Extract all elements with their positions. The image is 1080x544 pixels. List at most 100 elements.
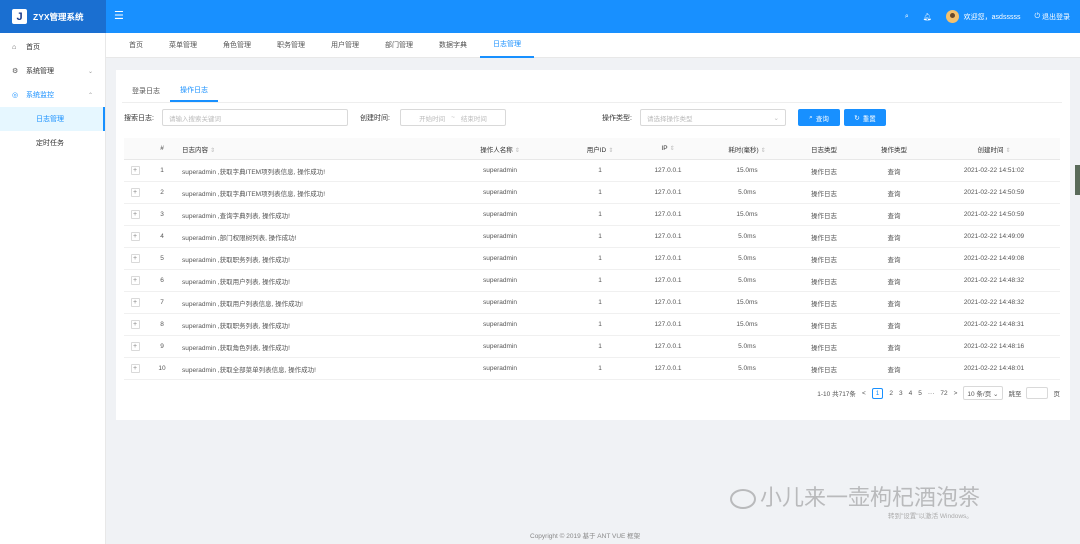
expand-row-icon[interactable]: + [130, 276, 140, 285]
row-user-id: 1 [598, 299, 602, 306]
page-1[interactable]: 1 [871, 387, 884, 399]
page-5[interactable]: 5 [918, 390, 922, 397]
jump-input[interactable] [1025, 387, 1048, 399]
table-row[interactable]: +6 superadmin ,获取用户列表, 操作成功! superadmin 1 12… [124, 270, 1060, 292]
expand-row-icon[interactable]: + [130, 254, 140, 263]
header-actions: ⌕ 🔔︎ 欢迎您，asdsssss ⏻ 退出登录 [891, 0, 1070, 33]
footer-copyright: Copyright © 2019 基于 ANT VUE 框架 [530, 533, 641, 540]
expand-row-icon[interactable]: + [130, 232, 140, 241]
row-create-time: 2021-02-22 14:48:01 [963, 365, 1025, 372]
operation-type-select[interactable]: 请选择操作类型 ⌄ [640, 109, 786, 126]
tab-log-management[interactable]: 日志管理 [480, 33, 534, 58]
table-row[interactable]: +8 superadmin ,获取职务列表, 操作成功! superadmin 1 12… [124, 314, 1060, 336]
header-operator[interactable]: 操作人名称 ⇕ [434, 144, 566, 154]
row-duration: 15.0ms [736, 321, 758, 328]
sort-icon: ⇕ [1005, 147, 1011, 154]
row-user-id: 1 [598, 277, 602, 284]
table-row[interactable]: +5 superadmin ,获取职务列表, 操作成功! superadmin 1 12… [124, 248, 1060, 270]
search-input[interactable]: 请输入搜索关键词 [162, 109, 348, 126]
tab-home[interactable]: 首页 [116, 33, 156, 58]
sort-icon: ⇕ [760, 147, 766, 154]
row-operation-type: 查询 [887, 234, 901, 242]
row-operator: superadmin [483, 365, 517, 372]
sidebar-item-log-management[interactable]: 日志管理 [0, 107, 105, 131]
tab-role-management[interactable]: 角色管理 [210, 33, 264, 58]
page-last[interactable]: 72 [940, 390, 947, 397]
header-create-time[interactable]: 创建时间 ⇕ [932, 144, 1056, 154]
table-row[interactable]: +7 superadmin ,获取用户列表信息, 操作成功! superadmin 1… [124, 292, 1060, 314]
row-create-time: 2021-02-22 14:50:59 [963, 189, 1025, 196]
header-user-id[interactable]: 用户ID ⇕ [566, 144, 634, 154]
table-row[interactable]: +3 superadmin ,查询字典列表, 操作成功! superadmin 1 12… [124, 204, 1060, 226]
page-2[interactable]: 2 [889, 390, 893, 397]
row-user-id: 1 [598, 211, 602, 218]
row-duration: 15.0ms [736, 167, 758, 174]
tab-user-management[interactable]: 用户管理 [318, 33, 372, 58]
header-log-content[interactable]: 日志内容 ⇕ [178, 144, 434, 154]
search-icon[interactable]: ⌕ [905, 13, 909, 21]
header-operation-type: 操作类型 [881, 146, 907, 154]
expand-row-icon[interactable]: + [130, 298, 140, 307]
expand-row-icon[interactable]: + [130, 364, 140, 373]
expand-cell: + [124, 342, 146, 351]
prev-page-button[interactable]: < [862, 390, 866, 397]
page-3[interactable]: 3 [899, 390, 903, 397]
row-ip: 127.0.0.1 [654, 365, 682, 372]
logo[interactable]: J ZYX管理系统 [0, 0, 106, 33]
reset-button[interactable]: ↻ 重置 [844, 109, 886, 126]
expand-row-icon[interactable]: + [130, 342, 140, 351]
row-log-type: 操作日志 [811, 212, 837, 220]
chevron-down-icon: ⌄ [773, 114, 779, 122]
logout-button[interactable]: ⏻ 退出登录 [1034, 12, 1070, 22]
tab-login-log[interactable]: 登录日志 [122, 80, 170, 102]
sidebar-item-home[interactable]: ⌂ 首页 [0, 35, 105, 59]
table-row[interactable]: +9 superadmin ,获取角色列表, 操作成功! superadmin 1 12… [124, 336, 1060, 358]
expand-row-icon[interactable]: + [130, 166, 140, 175]
expand-row-icon[interactable]: + [130, 210, 140, 219]
header-label: 操作人名称 [480, 146, 513, 154]
row-create-time: 2021-02-22 14:50:59 [963, 211, 1025, 218]
menu-fold-icon[interactable]: ☰ [114, 9, 124, 22]
row-index: 10 [158, 365, 166, 372]
row-log-content: superadmin ,获取职务列表, 操作成功! [182, 322, 290, 330]
tab-department-management[interactable]: 部门管理 [372, 33, 426, 58]
table-row[interactable]: +1 superadmin ,获取字典ITEM项列表信息, 操作成功! supera… [124, 160, 1060, 182]
user-menu[interactable]: 欢迎您，asdsssss [945, 10, 1020, 23]
page-size-select[interactable]: 10 条/页 ⌄ [963, 386, 1003, 400]
row-index: 8 [160, 321, 164, 328]
header-duration[interactable]: 耗时(毫秒) ⇕ [702, 144, 792, 154]
header-log-type: 日志类型 [811, 146, 837, 154]
jump-label: 跳至 [1008, 391, 1022, 398]
tab-data-dictionary[interactable]: 数据字典 [426, 33, 480, 58]
row-duration: 5.0ms [738, 277, 756, 284]
next-page-button[interactable]: > [954, 390, 958, 397]
tab-position-management[interactable]: 职务管理 [264, 33, 318, 58]
row-log-content: superadmin ,获取角色列表, 操作成功! [182, 344, 290, 352]
bell-icon[interactable]: 🔔︎ [923, 13, 932, 21]
expand-row-icon[interactable]: + [130, 320, 140, 329]
table-row[interactable]: +10 superadmin ,获取全部菜单列表信息, 操作成功! superadm… [124, 358, 1060, 380]
tab-menu-management[interactable]: 菜单管理 [156, 33, 210, 58]
row-user-id: 1 [598, 255, 602, 262]
header-ip[interactable]: IP ⇕ [634, 145, 702, 152]
query-button[interactable]: ⌕ 查询 [798, 109, 840, 126]
sidebar-item-scheduled-tasks[interactable]: 定时任务 [0, 131, 105, 155]
row-create-time: 2021-02-22 14:48:32 [963, 299, 1025, 306]
tab-operation-log[interactable]: 操作日志 [170, 80, 218, 102]
expand-cell: + [124, 254, 146, 263]
log-type-tabs: 登录日志 操作日志 [122, 80, 218, 102]
expand-cell: + [124, 166, 146, 175]
page-4[interactable]: 4 [909, 390, 913, 397]
date-range-picker[interactable]: 开始时间 ~ 结束时间 [400, 109, 506, 126]
table-row[interactable]: +4 superadmin ,部门权限树列表, 操作成功! superadmin 1 1… [124, 226, 1060, 248]
edge-handle[interactable] [1075, 165, 1080, 195]
page-ellipsis[interactable]: ··· [928, 390, 935, 397]
sidebar-item-system-monitor[interactable]: ◎ 系统监控 ⌃ [0, 83, 105, 107]
log-card: 登录日志 操作日志 搜索日志: 请输入搜索关键词 创建时间: 开始时间 ~ 结束… [116, 70, 1070, 420]
row-log-content: superadmin ,获取用户列表信息, 操作成功! [182, 300, 303, 308]
expand-row-icon[interactable]: + [130, 188, 140, 197]
row-user-id: 1 [598, 321, 602, 328]
row-log-type: 操作日志 [811, 322, 837, 330]
sidebar-item-system-management[interactable]: ⚙ 系统管理 ⌄ [0, 59, 105, 83]
table-row[interactable]: +2 superadmin ,获取字典ITEM项列表信息, 操作成功! supera… [124, 182, 1060, 204]
